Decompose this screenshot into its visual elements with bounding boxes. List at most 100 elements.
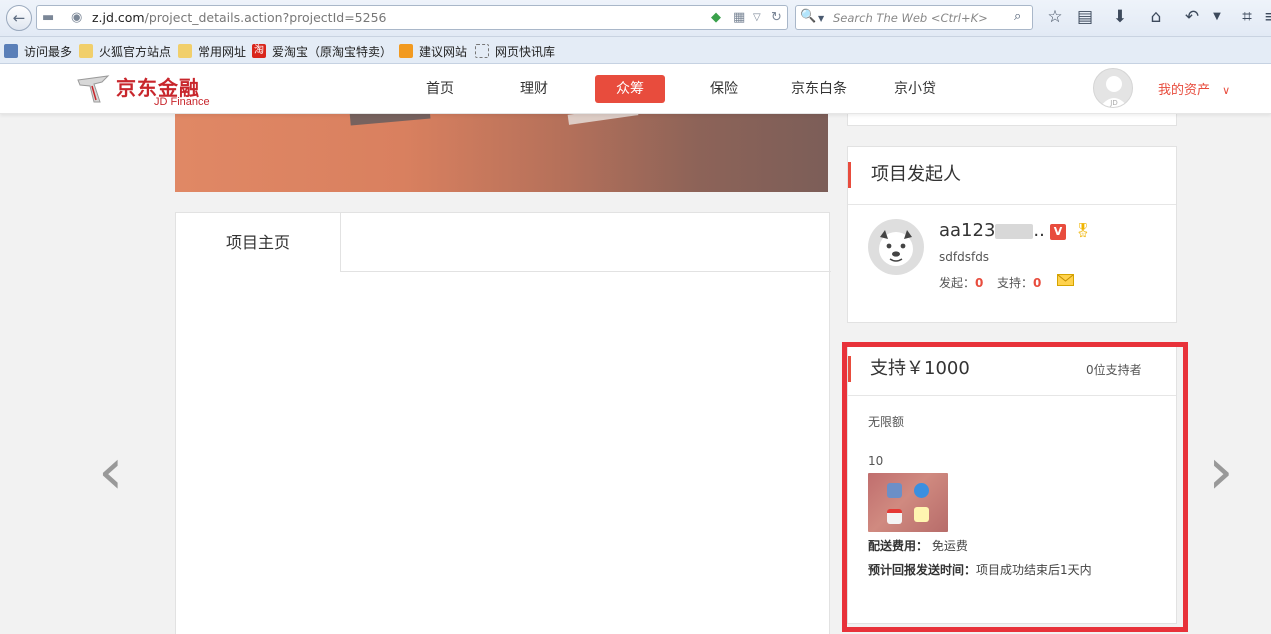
- shipping-value: 免运费: [931, 539, 968, 553]
- nav-baitiao[interactable]: 京东白条: [786, 75, 852, 103]
- medal-icon: 🎖: [1074, 223, 1092, 239]
- reward-panel: 支持￥1000 0位支持者 无限额 10 配送费用： 免运费 预计回报发送时间：…: [847, 346, 1177, 624]
- tab-project-home[interactable]: 项目主页: [176, 213, 341, 272]
- finder-icon: [887, 483, 902, 498]
- search-engine-icon[interactable]: 🔍: [800, 9, 816, 24]
- bookmark-label: 常用网址: [198, 44, 247, 59]
- qr-code-icon[interactable]: ▦: [733, 10, 745, 25]
- dropdown-icon[interactable]: ▽: [753, 12, 761, 23]
- folder-icon: [178, 44, 192, 58]
- search-placeholder: Search The Web <Ctrl+K>: [833, 11, 988, 25]
- avatar-placeholder-icon: JD: [1100, 76, 1128, 107]
- masked-name-segment: [995, 223, 1034, 239]
- panel-divider: [848, 204, 1176, 205]
- my-assets-menu[interactable]: 我的资产 ∨: [1158, 79, 1230, 98]
- banner-decoration: [349, 114, 431, 126]
- user-avatar[interactable]: JD: [1093, 68, 1133, 108]
- v-badge-icon: V: [1050, 224, 1066, 240]
- back-button[interactable]: ←: [6, 5, 32, 31]
- nav-crowdfunding[interactable]: 众筹: [595, 75, 665, 103]
- shield-icon[interactable]: ◆: [711, 10, 721, 25]
- launched-value: 0: [975, 276, 984, 290]
- launched-label: 发起：: [939, 276, 976, 290]
- lightbulb-icon: [399, 44, 413, 58]
- sponsor-avatar[interactable]: [868, 219, 924, 275]
- logo-text-en: JD Finance: [154, 96, 210, 108]
- banner-decoration: [567, 114, 639, 125]
- reward-quantity: 10: [868, 454, 884, 468]
- sponsor-name-text: aa123: [939, 220, 996, 241]
- safari-icon: [914, 483, 929, 498]
- avatar-label: JD: [1109, 99, 1117, 107]
- undo-icon[interactable]: ↶: [1181, 7, 1203, 27]
- bookmark-most-visited[interactable]: 访问最多: [4, 42, 72, 60]
- download-icon[interactable]: ⬇: [1109, 7, 1131, 27]
- page-icon: ▬: [42, 10, 55, 25]
- bookmark-aitaobao[interactable]: 淘爱淘宝（原淘宝特卖）: [252, 42, 392, 60]
- bookmark-icon: [4, 44, 18, 58]
- browser-toolbar: ← ▬ ◉ z.jd.com/project_details.action?pr…: [0, 0, 1271, 37]
- clipboard-icon[interactable]: ▤: [1074, 7, 1096, 27]
- chevron-left-icon[interactable]: ‹: [98, 440, 124, 504]
- home-icon[interactable]: ⌂: [1145, 7, 1167, 27]
- reward-thumbnail[interactable]: [868, 473, 948, 532]
- bookmark-label: 火狐官方站点: [99, 44, 172, 59]
- panel-divider: [848, 395, 1176, 396]
- supporters-count: 0位支持者: [1086, 363, 1142, 377]
- url-path: /project_details.action?projectId=5256: [144, 10, 387, 25]
- undo-dropdown-icon[interactable]: ▼: [1206, 7, 1228, 27]
- bookmark-label: 建议网站: [419, 44, 468, 59]
- my-assets-label: 我的资产: [1158, 83, 1211, 98]
- sponsor-subtitle: sdfdsfds: [939, 250, 990, 264]
- folder-icon: [79, 44, 93, 58]
- tab-divider: [341, 271, 831, 272]
- crop-icon[interactable]: ⌗: [1236, 7, 1258, 27]
- shipping-label: 配送费用：: [868, 539, 929, 553]
- launched-count: 发起：0: [939, 274, 983, 291]
- delivery-label: 预计回报发送时间：: [868, 563, 977, 577]
- arrow-left-icon: ←: [12, 9, 26, 27]
- reload-icon[interactable]: ↻: [771, 10, 782, 25]
- logo-mark-icon: [77, 75, 110, 103]
- bookmarks-bar: 访问最多 火狐官方站点 常用网址 淘爱淘宝（原淘宝特卖） 建议网站 网页快讯库: [0, 37, 1271, 64]
- address-bar[interactable]: ▬ ◉ z.jd.com/project_details.action?proj…: [36, 5, 788, 30]
- jd-finance-logo[interactable]: 京东金融 JD Finance: [74, 70, 224, 110]
- project-content-area: 项目主页: [175, 212, 831, 634]
- url-host: z.jd.com: [92, 10, 145, 25]
- nav-wealth[interactable]: 理财: [509, 75, 559, 103]
- bookmark-label: 爱淘宝（原淘宝特卖）: [272, 44, 393, 59]
- search-box[interactable]: 🔍 ▼ Search The Web <Ctrl+K> ⌕: [795, 5, 1033, 30]
- url-text: z.jd.com/project_details.action?projectI…: [92, 10, 387, 25]
- reward-limit: 无限额: [868, 415, 905, 429]
- supported-count: 支持：0: [997, 274, 1041, 291]
- notes-icon: [914, 507, 929, 522]
- mail-icon[interactable]: [1057, 274, 1074, 286]
- engine-dropdown-icon[interactable]: ▼: [818, 14, 824, 23]
- chevron-down-icon: ∨: [1222, 84, 1231, 97]
- sponsor-name[interactable]: aa123..: [939, 220, 1045, 241]
- sponsor-panel-title: 项目发起人: [848, 162, 961, 188]
- delivery-value: 项目成功结束后1天内: [976, 563, 1092, 577]
- supported-value: 0: [1033, 276, 1042, 290]
- reward-title: 支持￥1000: [848, 356, 970, 382]
- nav-small-loan[interactable]: 京小贷: [888, 75, 942, 103]
- project-banner-image: [175, 114, 828, 192]
- chevron-right-icon[interactable]: ›: [1208, 440, 1234, 504]
- bookmark-label: 网页快讯库: [495, 44, 556, 59]
- bookmark-common-sites[interactable]: 常用网址: [178, 42, 246, 60]
- delivery-time: 预计回报发送时间：项目成功结束后1天内: [868, 561, 1092, 578]
- nav-home[interactable]: 首页: [415, 75, 465, 103]
- search-icon[interactable]: ⌕: [1014, 9, 1021, 24]
- bookmark-suggested-sites[interactable]: 建议网站: [399, 42, 467, 60]
- site-header: 京东金融 JD Finance 首页 理财 众筹 保险 京东白条 京小贷 JD …: [0, 64, 1271, 114]
- calendar-icon: [887, 509, 902, 524]
- bookmark-web-slices[interactable]: 网页快讯库: [475, 42, 555, 60]
- menu-icon[interactable]: ≡: [1260, 7, 1271, 27]
- star-icon[interactable]: ☆: [1044, 7, 1066, 27]
- bookmark-firefox-site[interactable]: 火狐官方站点: [79, 42, 171, 60]
- sponsor-name-suffix: ..: [1033, 220, 1045, 241]
- nav-insurance[interactable]: 保险: [699, 75, 749, 103]
- supported-label: 支持：: [997, 276, 1034, 290]
- web-slice-icon: [475, 44, 489, 58]
- globe-icon: ◉: [71, 10, 83, 25]
